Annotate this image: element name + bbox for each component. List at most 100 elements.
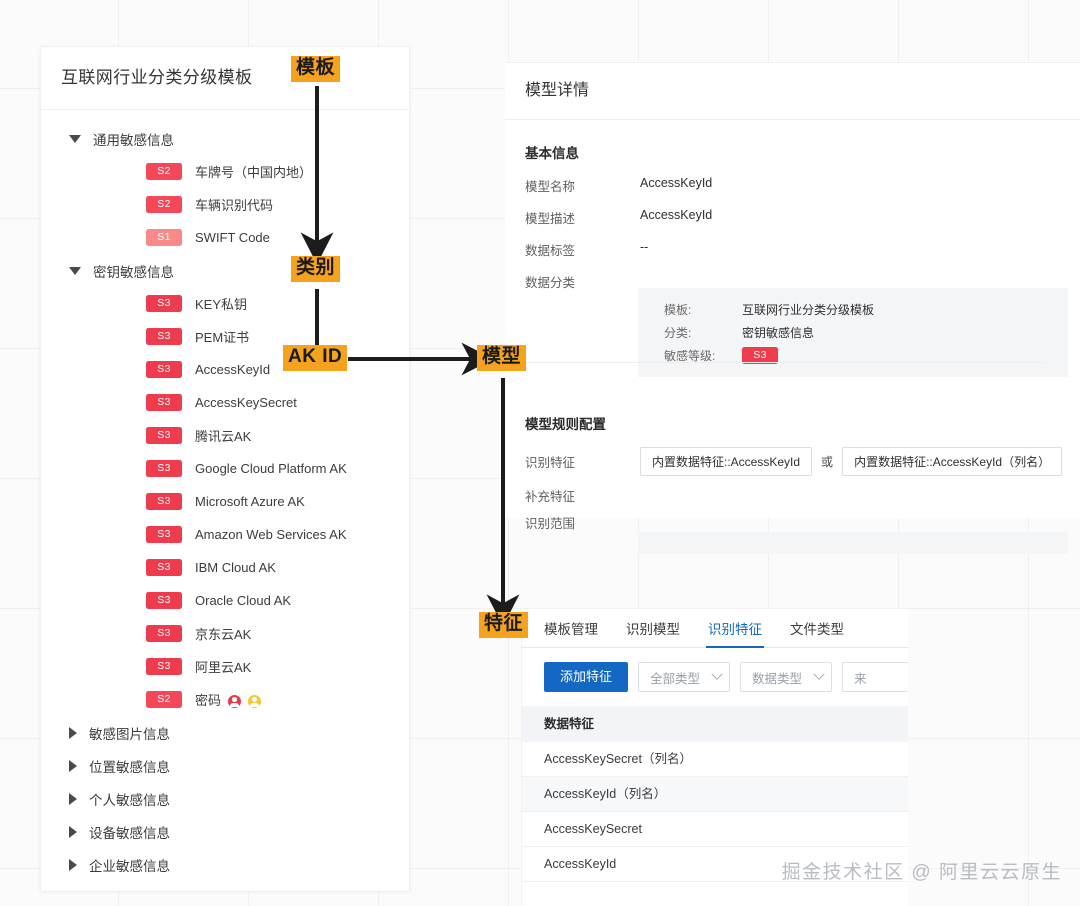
sensitivity-badge: S3 (146, 493, 182, 510)
rule-recognition-feature-row: 识别特征 内置数据特征::AccessKeyId 或 内置数据特征::Acces… (505, 447, 1080, 476)
person-yellow-icon (248, 695, 261, 708)
tree-item-label: 车牌号（中国内地） (195, 162, 312, 181)
filter-data-type-select[interactable]: 数据类型 (740, 662, 832, 692)
filter-all-types-select[interactable]: 全部类型 (638, 662, 730, 692)
tree-item[interactable]: S2密码 (41, 683, 409, 716)
sensitivity-badge: S3 (146, 295, 182, 312)
tab-1[interactable]: 识别模型 (626, 618, 680, 647)
field-data-label-value: -- (640, 240, 648, 254)
feature-chip-operator: 或 (821, 453, 833, 470)
tree-item-label: 车辆识别代码 (195, 195, 273, 214)
tree-group-6[interactable]: 企业敏感信息 (41, 848, 409, 881)
table-row[interactable]: AccessKeySecret (522, 812, 908, 847)
tree-item[interactable]: S3 PEM证书 (41, 320, 409, 353)
watermark: 掘金技术社区 @ 阿里云云原生 (782, 857, 1062, 884)
tab-0[interactable]: 模板管理 (544, 618, 598, 647)
tree-item-label: SWIFT Code (195, 230, 270, 245)
add-feature-button[interactable]: 添加特征 (544, 662, 628, 692)
rule-supplement-feature-row: 补充特征 (505, 486, 1080, 505)
filter-source-value: 来 (854, 668, 867, 687)
tree-item[interactable]: S3Google Cloud Platform AK (41, 452, 409, 485)
filter-source-select[interactable]: 来 (842, 662, 908, 692)
caret-right-icon[interactable] (69, 859, 77, 871)
tree-item[interactable]: S3 Microsoft Azure AK (41, 485, 409, 518)
table-row[interactable]: AccessKeySecret（列名） (522, 742, 908, 777)
caret-down-icon[interactable] (69, 135, 81, 143)
chevron-down-icon (711, 669, 722, 680)
model-detail-title: 模型详情 (505, 63, 1080, 120)
tree-group-4[interactable]: 个人敏感信息 (41, 782, 409, 815)
classification-template-value: 互联网行业分类分级模板 (742, 301, 874, 318)
tree-item[interactable]: S2 车牌号（中国内地） (41, 155, 409, 188)
tree-item[interactable]: S3 KEY私钥 (41, 287, 409, 320)
rule-scope-label: 识别范围 (525, 513, 640, 532)
field-data-label-label: 数据标签 (525, 240, 640, 259)
tree-group-5[interactable]: 设备敏感信息 (41, 815, 409, 848)
rule-recognition-feature-label: 识别特征 (525, 452, 640, 471)
tree-item-label: 腾讯云AK (195, 426, 251, 445)
tree-item-label: Microsoft Azure AK (195, 494, 305, 509)
sensitivity-badge: S3 (146, 658, 182, 675)
rule-config-section-title: 模型规则配置 (505, 413, 1080, 433)
tree-item[interactable]: S3 AccessKeyId (41, 353, 409, 386)
tree-item-label: 阿里云AK (195, 657, 251, 676)
annotation-template: 模板 (291, 56, 340, 82)
caret-right-icon[interactable] (69, 793, 77, 805)
tree-item[interactable]: S3 IBM Cloud AK (41, 551, 409, 584)
tree-item-label: AccessKeySecret (195, 395, 297, 410)
tree-item[interactable]: S2 车辆识别代码 (41, 188, 409, 221)
tree-group-2[interactable]: 敏感图片信息 (41, 716, 409, 749)
classification-summary-box: 模板: 互联网行业分类分级模板 分类: 密钥敏感信息 敏感等级: S3 (638, 288, 1068, 377)
tree-item[interactable]: S3 AccessKeySecret (41, 386, 409, 419)
filter-data-type-value: 数据类型 (752, 668, 802, 687)
tree-item[interactable]: S3京东云AK (41, 617, 409, 650)
caret-right-icon[interactable] (69, 826, 77, 838)
tree-item[interactable]: S3 阿里云AK (41, 650, 409, 683)
template-tree-panel: 互联网行业分类分级模板 通用敏感信息S2车牌号（中国内地）S2车辆识别代码S1S… (40, 46, 410, 891)
classification-template-key: 模板: (664, 301, 742, 318)
sensitivity-badge: S3 (146, 328, 182, 345)
classification-template-row: 模板: 互联网行业分类分级模板 (664, 301, 1068, 318)
caret-right-icon[interactable] (69, 760, 77, 772)
tab-2[interactable]: 识别特征 (708, 618, 762, 647)
tab-3[interactable]: 文件类型 (790, 618, 844, 647)
tree-item-label: AccessKeyId (195, 362, 270, 377)
feature-chip-2[interactable]: 内置数据特征::AccessKeyId（列名） (842, 447, 1062, 476)
rule-section-divider (505, 362, 1045, 363)
feature-chip-1[interactable]: 内置数据特征::AccessKeyId (640, 447, 812, 476)
tree-item[interactable]: S3腾讯云AK (41, 419, 409, 452)
tree-item[interactable]: S1SWIFT Code (41, 221, 409, 254)
sensitivity-badge: S3 (146, 559, 182, 576)
tree-group-0[interactable]: 通用敏感信息 (41, 122, 409, 155)
tree-group-label: 通用敏感信息 (93, 129, 174, 149)
caret-right-icon[interactable] (69, 727, 77, 739)
field-model-desc-label: 模型描述 (525, 208, 640, 227)
sensitivity-badge: S2 (146, 196, 182, 213)
tree-group-3[interactable]: 位置敏感信息 (41, 749, 409, 782)
tree-item[interactable]: S3Amazon Web Services AK (41, 518, 409, 551)
tree-item-label: PEM证书 (195, 327, 249, 346)
chevron-down-icon (813, 669, 824, 680)
table-row[interactable]: AccessKeyId（列名） (522, 777, 908, 812)
sensitivity-badge: S3 (146, 361, 182, 378)
tree-item[interactable]: S3Oracle Cloud AK (41, 584, 409, 617)
model-detail-panel: 模型详情 基本信息 模型名称 AccessKeyId 模型描述 AccessKe… (505, 62, 1080, 518)
tree-group-label: 企业敏感信息 (89, 855, 170, 875)
basic-info-section-title: 基本信息 (505, 142, 1080, 162)
classification-category-key: 分类: (664, 324, 742, 341)
tree-group-1[interactable]: 密钥敏感信息 (41, 254, 409, 287)
annotation-ak-id: AK ID (283, 345, 347, 371)
caret-down-icon[interactable] (69, 267, 81, 275)
filter-all-types-value: 全部类型 (650, 668, 700, 687)
tree-item-label: KEY私钥 (195, 294, 247, 313)
annotation-category: 类别 (291, 256, 340, 282)
sensitivity-badge: S3 (146, 526, 182, 543)
sensitivity-badge: S3 (146, 625, 182, 642)
tree-item-label: Google Cloud Platform AK (195, 461, 347, 476)
field-model-name-value: AccessKeyId (640, 176, 712, 190)
tree-item-label: IBM Cloud AK (195, 560, 276, 575)
rule-supplement-feature-label: 补充特征 (525, 486, 640, 505)
sensitivity-badge: S3 (146, 394, 182, 411)
sensitivity-badge: S2 (146, 163, 182, 180)
tree-group-label: 个人敏感信息 (89, 789, 170, 809)
